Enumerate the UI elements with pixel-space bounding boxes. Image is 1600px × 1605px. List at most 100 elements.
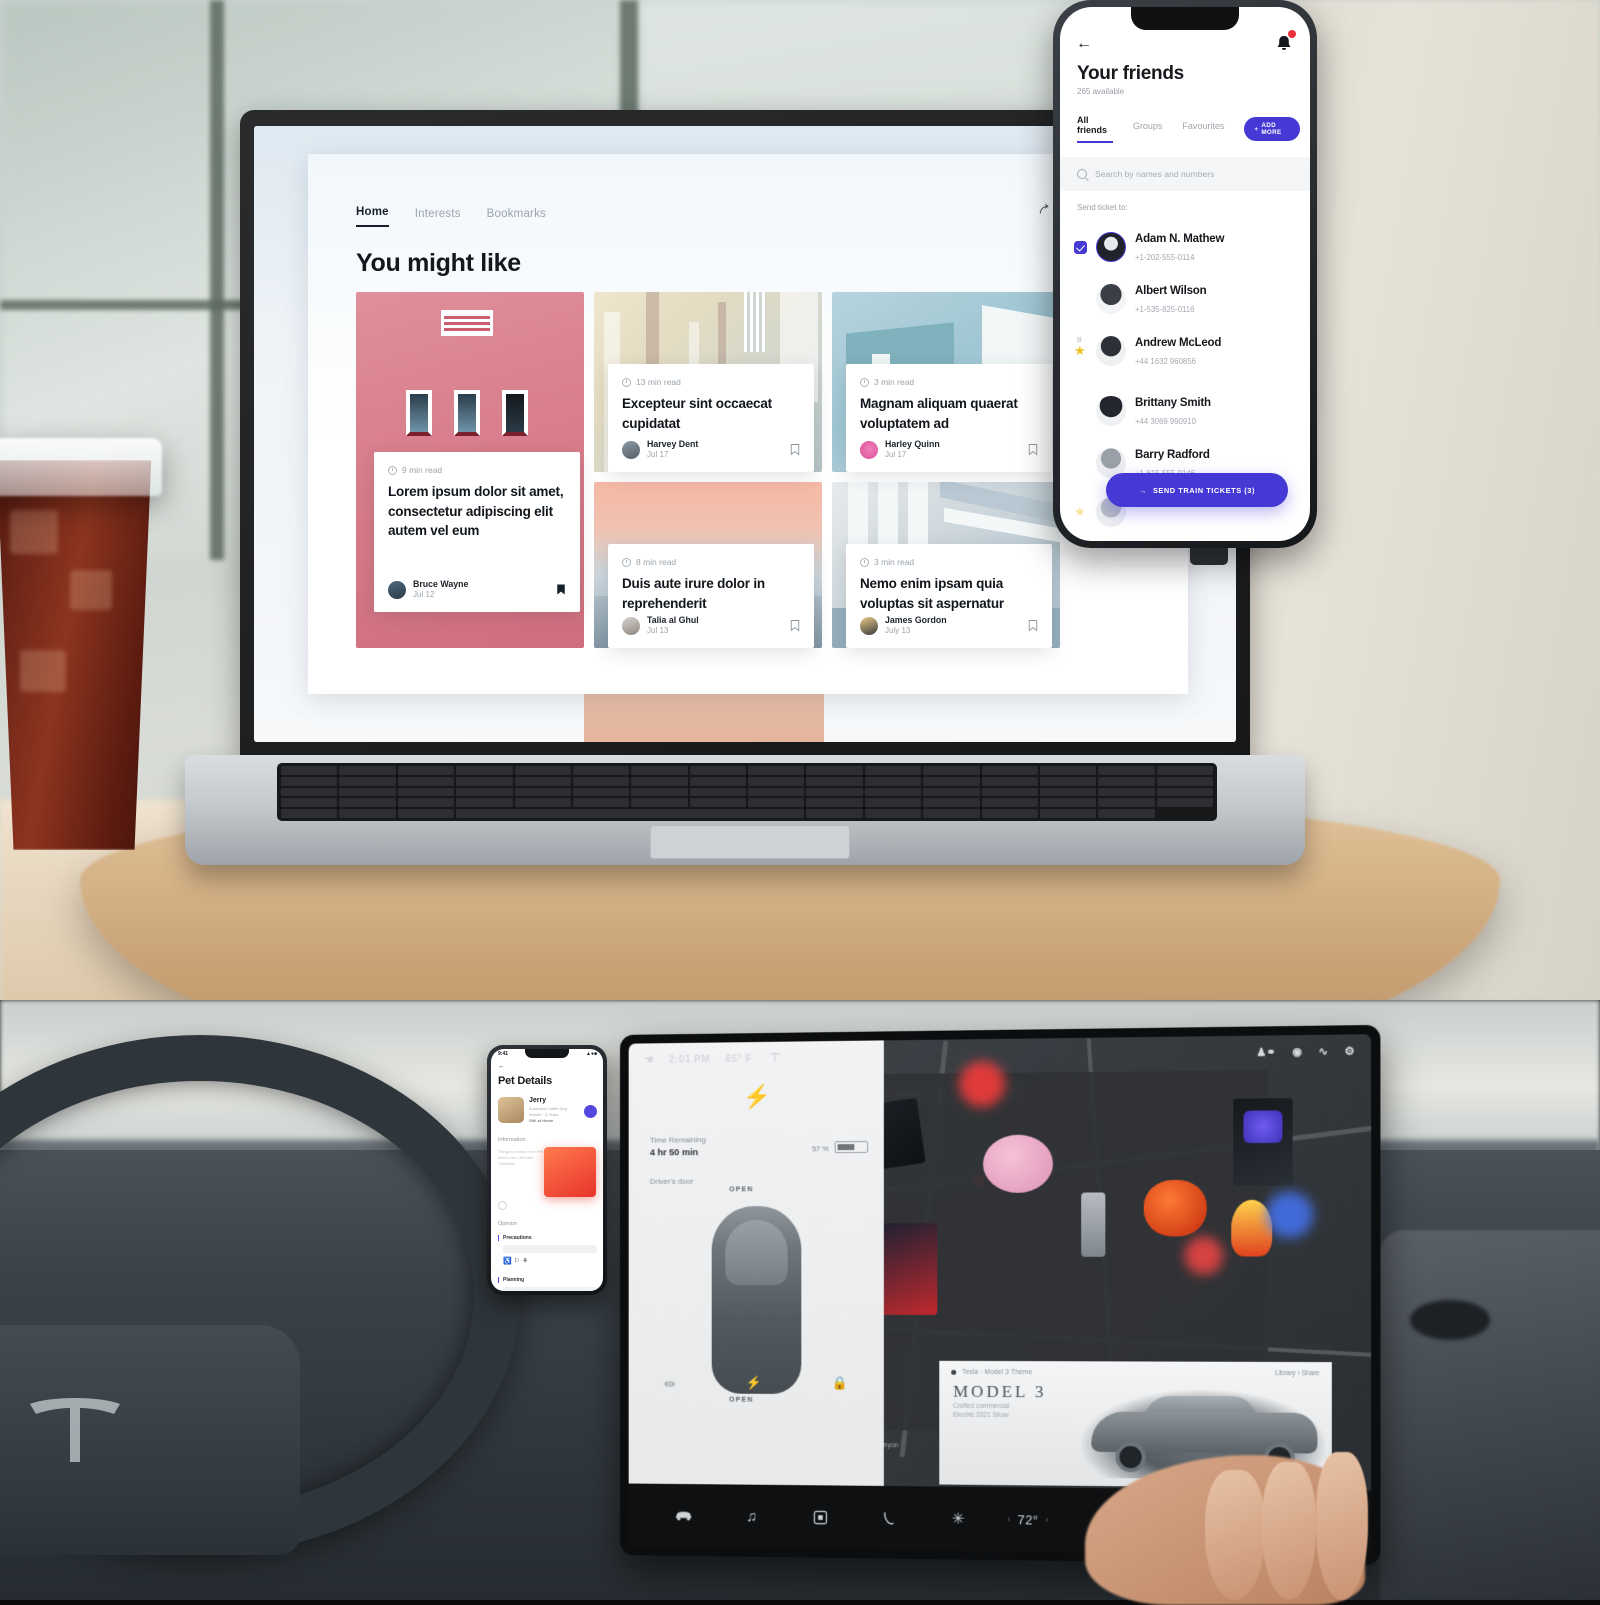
search-icon bbox=[1077, 169, 1087, 179]
article-footer: Talia al Ghul Jul 13 bbox=[622, 615, 800, 636]
tesla-brand-icon[interactable] bbox=[768, 1051, 782, 1066]
author-name: Bruce Wayne bbox=[413, 579, 469, 590]
friend-phone: +44 1632 960856 bbox=[1135, 357, 1196, 366]
arrow-right-icon: → bbox=[1139, 485, 1147, 495]
pet-phone-device: 9:41 ▲●■ ← Pet Details Jerry Australian … bbox=[487, 1045, 607, 1295]
article-card[interactable]: 13 min read Excepteur sint occaecat cupi… bbox=[608, 364, 814, 472]
search-input[interactable]: Search by names and numbers bbox=[1060, 157, 1310, 191]
phone-icon[interactable] bbox=[854, 1510, 923, 1526]
chevron-left-icon[interactable]: ‹ bbox=[1007, 1514, 1010, 1524]
article-card[interactable]: 3 min read Magnam aliquam quaerat volupt… bbox=[846, 364, 1052, 472]
read-time-row: 8 min read bbox=[622, 557, 800, 567]
avatar bbox=[1096, 396, 1126, 426]
read-time-row: 3 min read bbox=[860, 557, 1038, 567]
music-icon[interactable]: ♫ bbox=[718, 1508, 786, 1526]
article-card[interactable]: 3 min read Nemo enim ipsam quia voluptas… bbox=[846, 544, 1052, 648]
bluetooth-icon[interactable]: ◉ bbox=[1292, 1046, 1302, 1058]
list-item[interactable]: ★ Andrew McLeod +44 1632 960856 bbox=[1060, 325, 1310, 377]
tab-bookmarks[interactable]: Bookmarks bbox=[487, 208, 546, 227]
add-more-button[interactable]: + ADD MORE bbox=[1244, 117, 1300, 141]
available-count: 265 available bbox=[1077, 87, 1125, 96]
status-icons: ▲●■ bbox=[586, 1051, 597, 1057]
driver-profile-icon[interactable]: ♟⚭ bbox=[1256, 1047, 1275, 1059]
tab-favourites[interactable]: Favourites bbox=[1182, 121, 1224, 137]
publish-date: Jul 13 bbox=[647, 626, 669, 635]
article-card[interactable]: 8 min read Duis aute irure dolor in repr… bbox=[608, 544, 814, 648]
bookmark-icon[interactable] bbox=[556, 583, 566, 596]
publish-date: Jul 17 bbox=[885, 450, 907, 459]
info-text: Things to check if the Pet leaves the Le… bbox=[498, 1149, 543, 1166]
camera-icon[interactable] bbox=[786, 1509, 855, 1525]
bookmark-icon[interactable] bbox=[1028, 619, 1038, 632]
share-icon[interactable] bbox=[1036, 202, 1051, 217]
finger bbox=[1262, 1462, 1316, 1600]
temperature-control[interactable]: ‹ 72° › bbox=[993, 1512, 1063, 1528]
article-title: Nemo enim ipsam quia voluptas sit aspern… bbox=[860, 576, 1004, 611]
item-precautions[interactable]: Precautions bbox=[498, 1235, 532, 1241]
pet-photo bbox=[498, 1097, 524, 1123]
back-button[interactable]: ← bbox=[498, 1063, 505, 1070]
clock-icon bbox=[860, 557, 869, 567]
read-time: 9 min read bbox=[402, 465, 443, 475]
precaution-icons[interactable]: ♿⚐⚘ bbox=[503, 1257, 530, 1265]
status-time: 9:41 bbox=[498, 1051, 509, 1057]
lock-icon[interactable]: 🔒 bbox=[832, 1375, 848, 1391]
friend-name: Adam N. Mathew bbox=[1135, 233, 1225, 245]
clock-icon bbox=[388, 465, 397, 475]
article-title: Magnam aliquam quaerat voluptatem ad bbox=[860, 396, 1018, 431]
settings-icon[interactable]: ⚙ bbox=[1344, 1046, 1354, 1058]
game-item-orb[interactable] bbox=[1143, 1179, 1207, 1237]
list-item[interactable]: Adam N. Mathew +1-202-555-0114 bbox=[1060, 221, 1310, 273]
pet-action-button[interactable] bbox=[584, 1105, 597, 1118]
tab-groups[interactable]: Groups bbox=[1133, 121, 1163, 137]
tab-interests[interactable]: Interests bbox=[415, 208, 461, 227]
laptop-base bbox=[185, 755, 1305, 865]
friend-phone: +1-202-555-0114 bbox=[1135, 253, 1195, 262]
bookmark-icon[interactable] bbox=[1028, 443, 1038, 456]
pet-meta-1: Australian Cattle Dog bbox=[529, 1106, 567, 1111]
game-item-balloon[interactable] bbox=[983, 1134, 1054, 1194]
iced-coffee-cup bbox=[0, 420, 165, 850]
charge-icon[interactable]: ⚡ bbox=[746, 1375, 762, 1391]
battery-percent: 57 % bbox=[811, 1144, 829, 1154]
star-icon[interactable]: ★ bbox=[1074, 344, 1087, 358]
open-label-top[interactable]: OPEN bbox=[729, 1186, 753, 1193]
avatar bbox=[622, 616, 640, 635]
article-title: Excepteur sint occaecat cupidatat bbox=[622, 396, 772, 431]
fan-icon[interactable]: ✳ bbox=[923, 1509, 993, 1528]
info-card-thumbnail[interactable] bbox=[544, 1147, 596, 1197]
article-card[interactable]: 9 min read Lorem ipsum dolor sit amet, c… bbox=[374, 452, 580, 612]
star-icon[interactable]: ★ bbox=[1074, 505, 1087, 519]
list-item[interactable]: Brittany Smith +44 3069 990910 bbox=[1060, 385, 1310, 437]
time-remaining-label: Time Remaining bbox=[649, 1135, 706, 1145]
item-planning[interactable]: Planning bbox=[498, 1277, 524, 1283]
checkbox-selected[interactable] bbox=[1074, 240, 1087, 254]
trunk-icon[interactable]: ⏛ bbox=[663, 1373, 676, 1392]
read-time-row: 9 min read bbox=[388, 465, 566, 475]
library-link[interactable]: Library › Share bbox=[1275, 1370, 1319, 1377]
wifi-icon[interactable]: ∿ bbox=[1318, 1046, 1327, 1058]
tab-all-friends[interactable]: All friends bbox=[1077, 115, 1113, 143]
bookmark-icon[interactable] bbox=[790, 443, 800, 456]
back-button[interactable]: ← bbox=[1076, 35, 1092, 53]
read-time: 3 min read bbox=[874, 557, 915, 567]
section-opinion: Opinion bbox=[498, 1221, 517, 1227]
door-label: Driver's door bbox=[649, 1176, 694, 1186]
game-item-figure[interactable] bbox=[1081, 1192, 1106, 1257]
notification-badge bbox=[1288, 30, 1296, 38]
author-name: Talia al Ghul bbox=[647, 615, 699, 626]
chevron-right-icon[interactable]: › bbox=[1046, 1515, 1049, 1525]
avatar bbox=[1096, 284, 1126, 314]
trackpad[interactable] bbox=[650, 825, 850, 859]
flare-effect bbox=[1184, 1236, 1224, 1275]
keyboard bbox=[277, 763, 1217, 821]
friend-phone: +44 3069 990910 bbox=[1135, 417, 1196, 426]
article-footer: James Gordon July 13 bbox=[860, 615, 1038, 636]
bookmark-icon[interactable] bbox=[790, 619, 800, 632]
vehicle-controls-row: ⏛ ⚡ 🔒 bbox=[629, 1344, 884, 1422]
tab-home[interactable]: Home bbox=[356, 206, 389, 227]
list-item[interactable]: Albert Wilson +1-535-825-0116 bbox=[1060, 273, 1310, 325]
page-title: You might like bbox=[356, 249, 521, 277]
car-icon[interactable] bbox=[650, 1509, 718, 1522]
send-train-tickets-button[interactable]: → SEND TRAIN TICKETS (3) bbox=[1106, 473, 1288, 507]
